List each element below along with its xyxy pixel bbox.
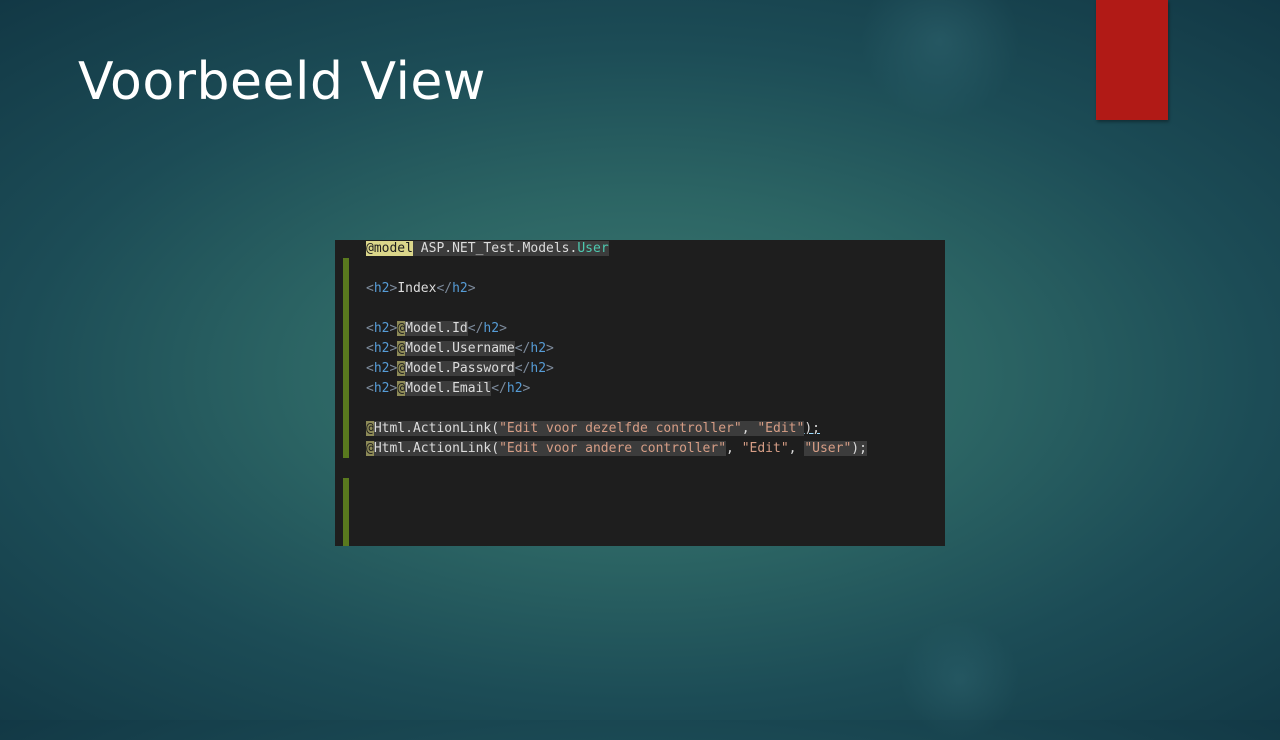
action-name-edit: "Edit" [757, 421, 805, 436]
red-accent-bar [1096, 0, 1168, 120]
model-type: User [577, 241, 609, 256]
index-text: Index [397, 281, 437, 296]
code-line-model-id: <h2>@Model.Id</h2> [366, 321, 507, 336]
background-glow [900, 620, 1020, 740]
code-line-model-directive: @model ASP.NET_Test.Models.User [366, 240, 609, 260]
change-indicator-bar [343, 258, 349, 458]
code-line-model-email: <h2>@Model.Email</h2> [366, 381, 531, 396]
slide-title: Voorbeeld View [78, 52, 486, 112]
background-glow [860, 0, 1020, 120]
model-password-expression: Model.Password [405, 361, 515, 376]
code-line-action-link-other-controller: @Html.ActionLink("Edit voor andere contr… [366, 441, 867, 456]
code-line-index-heading: <h2>Index</h2> [366, 281, 476, 296]
code-screenshot: @model ASP.NET_Test.Models.User <h2>Inde… [335, 240, 945, 546]
code-line-model-password: <h2>@Model.Password</h2> [366, 361, 554, 376]
model-id-expression: Model.Id [405, 321, 468, 336]
code-line-action-link-same-controller: @Html.ActionLink("Edit voor dezelfde con… [366, 421, 820, 436]
controller-name-user: "User" [804, 441, 852, 456]
action-name-edit: "Edit" [741, 441, 789, 456]
model-username-expression: Model.Username [405, 341, 515, 356]
model-directive: @model [366, 241, 413, 256]
action-link-text-other: "Edit voor andere controller" [499, 441, 727, 456]
action-link-text-same: "Edit voor dezelfde controller" [499, 421, 742, 436]
change-indicator-bar [343, 478, 349, 546]
model-namespace: ASP.NET_Test.Models. [420, 241, 578, 256]
model-email-expression: Model.Email [405, 381, 492, 396]
code-line-model-username: <h2>@Model.Username</h2> [366, 341, 554, 356]
